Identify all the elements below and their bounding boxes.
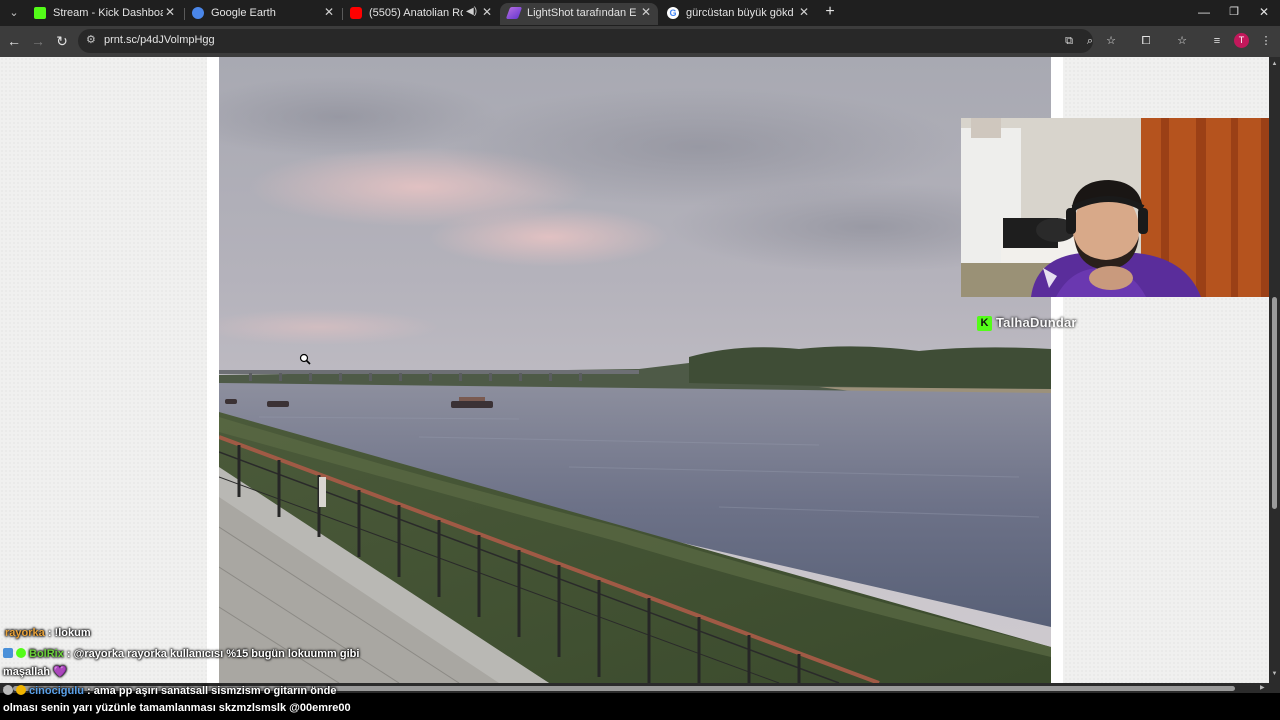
back-icon[interactable]: ← bbox=[5, 32, 23, 50]
tab-title: Google Earth bbox=[211, 7, 276, 19]
new-tab-button[interactable]: + bbox=[822, 4, 838, 20]
chat-message: BolRix : @rayorka rayorka kullanıcısı %1… bbox=[3, 648, 359, 660]
cast-icon[interactable]: ⧉ bbox=[1061, 33, 1077, 49]
verified-badge-icon bbox=[16, 648, 26, 658]
google-earth-icon bbox=[192, 7, 204, 19]
tab-title: (5505) Anatolian Rock Cove bbox=[369, 7, 463, 19]
address-bar[interactable]: ⚙ prnt.sc/p4dJVolmpHgg ⧉ ⌕ ☆ bbox=[78, 29, 1116, 53]
chat-username: rayorka bbox=[5, 627, 45, 639]
vertical-scrollbar[interactable]: ▲ ▼ bbox=[1269, 57, 1280, 683]
chat-message-continued: olması senin yarı yüzünle tamamlanması s… bbox=[3, 702, 351, 714]
vertical-scroll-thumb[interactable] bbox=[1272, 297, 1277, 509]
scroll-down-icon[interactable]: ▼ bbox=[1271, 671, 1278, 677]
tab-youtube[interactable]: (5505) Anatolian Rock Cove ◀) ✕ bbox=[342, 3, 499, 25]
chat-text: olması senin yarı yüzünle tamamlanması s… bbox=[3, 702, 351, 714]
reload-icon[interactable]: ↻ bbox=[53, 32, 71, 50]
bookmark-star-icon[interactable]: ☆ bbox=[1103, 33, 1119, 49]
badge-icon bbox=[3, 648, 13, 658]
bookmarks-icon[interactable]: ☆ bbox=[1174, 33, 1190, 49]
chat-username: cinocigulu bbox=[29, 685, 84, 697]
chat-text: : !lokum bbox=[44, 627, 91, 639]
speaker-icon[interactable]: ◀) bbox=[466, 6, 477, 17]
lightshot-icon bbox=[505, 7, 523, 19]
tab-title: Stream - Kick Dashboard bbox=[53, 7, 163, 19]
profile-avatar[interactable]: T bbox=[1234, 33, 1249, 48]
close-icon[interactable]: ✕ bbox=[797, 5, 811, 19]
scroll-right-icon[interactable]: ▶ bbox=[1260, 685, 1267, 691]
forward-icon[interactable]: → bbox=[29, 32, 47, 50]
tab-title: gürcüstan büyük gökdelenler - bbox=[686, 7, 794, 19]
google-icon: G bbox=[667, 7, 679, 19]
chat-message-continued: maşallah 💜 bbox=[3, 665, 67, 678]
chat-text: maşallah 💜 bbox=[3, 666, 67, 678]
window-close-icon[interactable]: ✕ bbox=[1254, 4, 1274, 20]
media-control-icon[interactable]: ≡ bbox=[1209, 33, 1225, 49]
browser-toolbar: ← → ↻ ⚙ prnt.sc/p4dJVolmpHgg ⧉ ⌕ ☆ ⧠ ☆ ≡… bbox=[0, 26, 1280, 57]
tab-lightshot[interactable]: LightShot tarafından Ekran Gör ✕ bbox=[500, 3, 658, 25]
screenshot-image[interactable] bbox=[219, 57, 1051, 683]
close-icon[interactable]: ✕ bbox=[322, 5, 336, 19]
close-icon[interactable]: ✕ bbox=[480, 5, 494, 19]
extensions-icon[interactable]: ⧠ bbox=[1138, 33, 1154, 49]
subscriber-badge-icon bbox=[16, 685, 26, 695]
tab-title: LightShot tarafından Ekran Gör bbox=[527, 7, 637, 19]
chat-message: rayorka : !lokum bbox=[5, 627, 91, 639]
chat-text: : @rayorka rayorka kullanıcısı %15 bugün… bbox=[63, 648, 360, 660]
chat-text: : ama pp aşırı sanatsall sismzism o gita… bbox=[84, 685, 337, 697]
youtube-icon bbox=[350, 7, 362, 19]
zoom-cursor-icon bbox=[299, 352, 311, 370]
menu-icon[interactable]: ⋮ bbox=[1258, 33, 1274, 49]
zoom-icon[interactable]: ⌕ bbox=[1082, 33, 1098, 49]
close-icon[interactable]: ✕ bbox=[639, 5, 653, 19]
tab-search-icon[interactable]: ⌄ bbox=[4, 3, 24, 23]
tab-google-earth[interactable]: Google Earth ✕ bbox=[184, 3, 341, 25]
url-text[interactable]: prnt.sc/p4dJVolmpHgg bbox=[104, 34, 215, 46]
streamer-name: TalhaDundar bbox=[996, 315, 1077, 330]
restore-icon[interactable]: ❐ bbox=[1224, 4, 1244, 20]
badge-icon bbox=[3, 685, 13, 695]
close-icon[interactable]: ✕ bbox=[163, 5, 177, 19]
kick-logo-icon: K bbox=[977, 316, 992, 331]
minimize-icon[interactable]: — bbox=[1194, 4, 1214, 20]
chat-message: cinocigulu : ama pp aşırı sanatsall sism… bbox=[3, 685, 336, 697]
scroll-up-icon[interactable]: ▲ bbox=[1271, 61, 1278, 67]
kick-icon bbox=[34, 7, 46, 19]
tab-strip: ⌄ Stream - Kick Dashboard ✕ Google Earth… bbox=[0, 0, 1280, 26]
webcam-overlay bbox=[961, 118, 1280, 297]
chat-username: BolRix bbox=[29, 648, 64, 660]
tab-google-search[interactable]: G gürcüstan büyük gökdelenler - ✕ bbox=[659, 3, 816, 25]
tab-kick-dashboard[interactable]: Stream - Kick Dashboard ✕ bbox=[26, 3, 182, 25]
site-info-icon[interactable]: ⚙ bbox=[86, 33, 96, 46]
